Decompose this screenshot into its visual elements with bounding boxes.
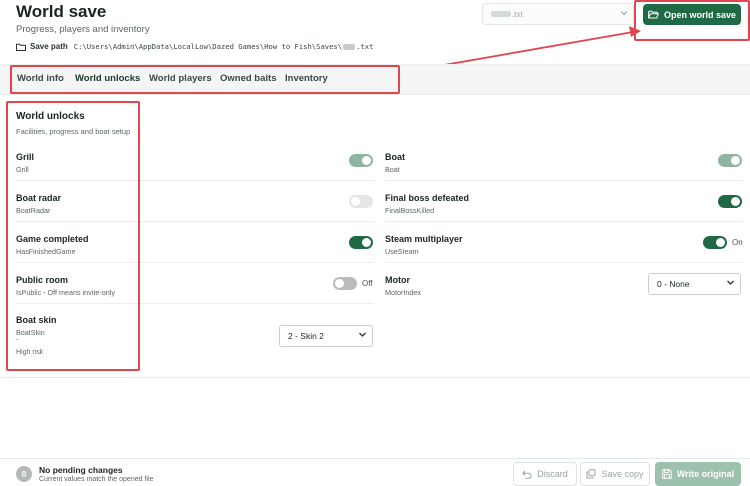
page-subtitle: Progress, players and inventory: [16, 24, 150, 35]
motor-label: Motor: [385, 275, 410, 285]
pending-title: No pending changes: [39, 465, 123, 475]
final-boss-key: FinalBossKilled: [385, 206, 435, 215]
boat-skin-dash: -: [16, 337, 19, 344]
folder-open-icon: [648, 10, 659, 19]
pending-subtitle: Current values match the opened file: [39, 476, 154, 483]
section-subtitle: Facilities, progress and boat setup: [16, 127, 131, 136]
steam-multiplayer-state: On: [732, 238, 743, 247]
discard-button[interactable]: Discard: [513, 462, 577, 486]
section-title: World unlocks: [16, 111, 85, 122]
undo-icon: [522, 470, 532, 479]
save-disk-icon: [662, 469, 672, 479]
tab-inventory[interactable]: Inventory: [285, 73, 328, 84]
chevron-down-icon: [620, 9, 628, 17]
divider: [0, 377, 750, 378]
write-original-label: Write original: [676, 469, 735, 479]
game-completed-toggle[interactable]: [349, 236, 373, 249]
public-room-key: IsPublic - Off means invite-only: [16, 288, 115, 297]
divider: [16, 303, 374, 304]
redacted-filename: [491, 11, 511, 17]
save-path-value-prefix: C:\Users\Admin\AppData\LocalLow\Dazed Ga…: [73, 42, 343, 51]
boat-toggle[interactable]: [718, 154, 742, 167]
boat-skin-key: BoatSkin: [16, 328, 45, 337]
final-boss-label: Final boss defeated: [385, 193, 470, 203]
game-completed-label: Game completed: [16, 234, 89, 244]
boat-radar-toggle[interactable]: [349, 195, 373, 208]
boat-radar-key: BoatRadar: [16, 206, 51, 215]
tab-world-info[interactable]: World info: [17, 73, 64, 84]
save-path-label: Save path: [30, 42, 68, 51]
tab-world-unlocks[interactable]: World unlocks: [75, 73, 140, 84]
folder-icon: [16, 43, 26, 51]
steam-multiplayer-key: UseSteam: [385, 247, 419, 256]
save-file-select-value: .txt: [512, 9, 523, 19]
save-copy-button[interactable]: Save copy: [580, 462, 650, 486]
grill-toggle[interactable]: [349, 154, 373, 167]
final-boss-toggle[interactable]: [718, 195, 742, 208]
pending-count-badge: 0: [16, 466, 32, 482]
copy-icon: [586, 469, 596, 479]
redacted-filename: [343, 43, 356, 50]
save-path-value-suffix: .txt: [356, 42, 374, 51]
public-room-state: Off: [362, 279, 373, 288]
save-file-select[interactable]: .txt: [482, 3, 634, 25]
boat-skin-select[interactable]: 2 - Skin 2: [279, 325, 373, 347]
divider: [385, 262, 743, 263]
boat-skin-risk: High risk: [16, 349, 44, 356]
boat-label: Boat: [385, 152, 405, 162]
motor-key: MotorIndex: [385, 288, 421, 297]
steam-multiplayer-label: Steam multiplayer: [385, 234, 463, 244]
grill-key: Grill: [16, 165, 29, 174]
chevron-down-icon: [358, 330, 367, 339]
divider: [16, 262, 374, 263]
save-copy-label: Save copy: [601, 469, 644, 479]
open-world-save-label: Open world save: [663, 9, 737, 20]
page-title: World save: [16, 2, 107, 21]
divider: [385, 180, 743, 181]
discard-label: Discard: [537, 469, 568, 479]
divider: [385, 221, 743, 222]
grill-label: Grill: [16, 152, 35, 162]
steam-multiplayer-toggle[interactable]: [703, 236, 727, 249]
divider: [16, 180, 374, 181]
tab-world-players[interactable]: World players: [149, 73, 212, 84]
boat-key: Boat: [385, 165, 400, 174]
tab-owned-baits[interactable]: Owned baits: [220, 73, 276, 84]
save-path: Save path C:\Users\Admin\AppData\LocalLo…: [16, 42, 373, 51]
motor-select-value: 0 - None: [657, 279, 690, 289]
public-room-label: Public room: [16, 275, 69, 285]
public-room-toggle[interactable]: [333, 277, 357, 290]
write-original-button[interactable]: Write original: [655, 462, 741, 486]
open-world-save-button[interactable]: Open world save: [643, 4, 741, 25]
boat-skin-select-value: 2 - Skin 2: [288, 331, 324, 341]
game-completed-key: HasFinishedGame: [16, 247, 76, 256]
chevron-down-icon: [726, 278, 735, 287]
boat-radar-label: Boat radar: [16, 193, 62, 203]
boat-skin-label: Boat skin: [16, 315, 57, 325]
divider: [16, 221, 374, 222]
motor-select[interactable]: 0 - None: [648, 273, 741, 295]
